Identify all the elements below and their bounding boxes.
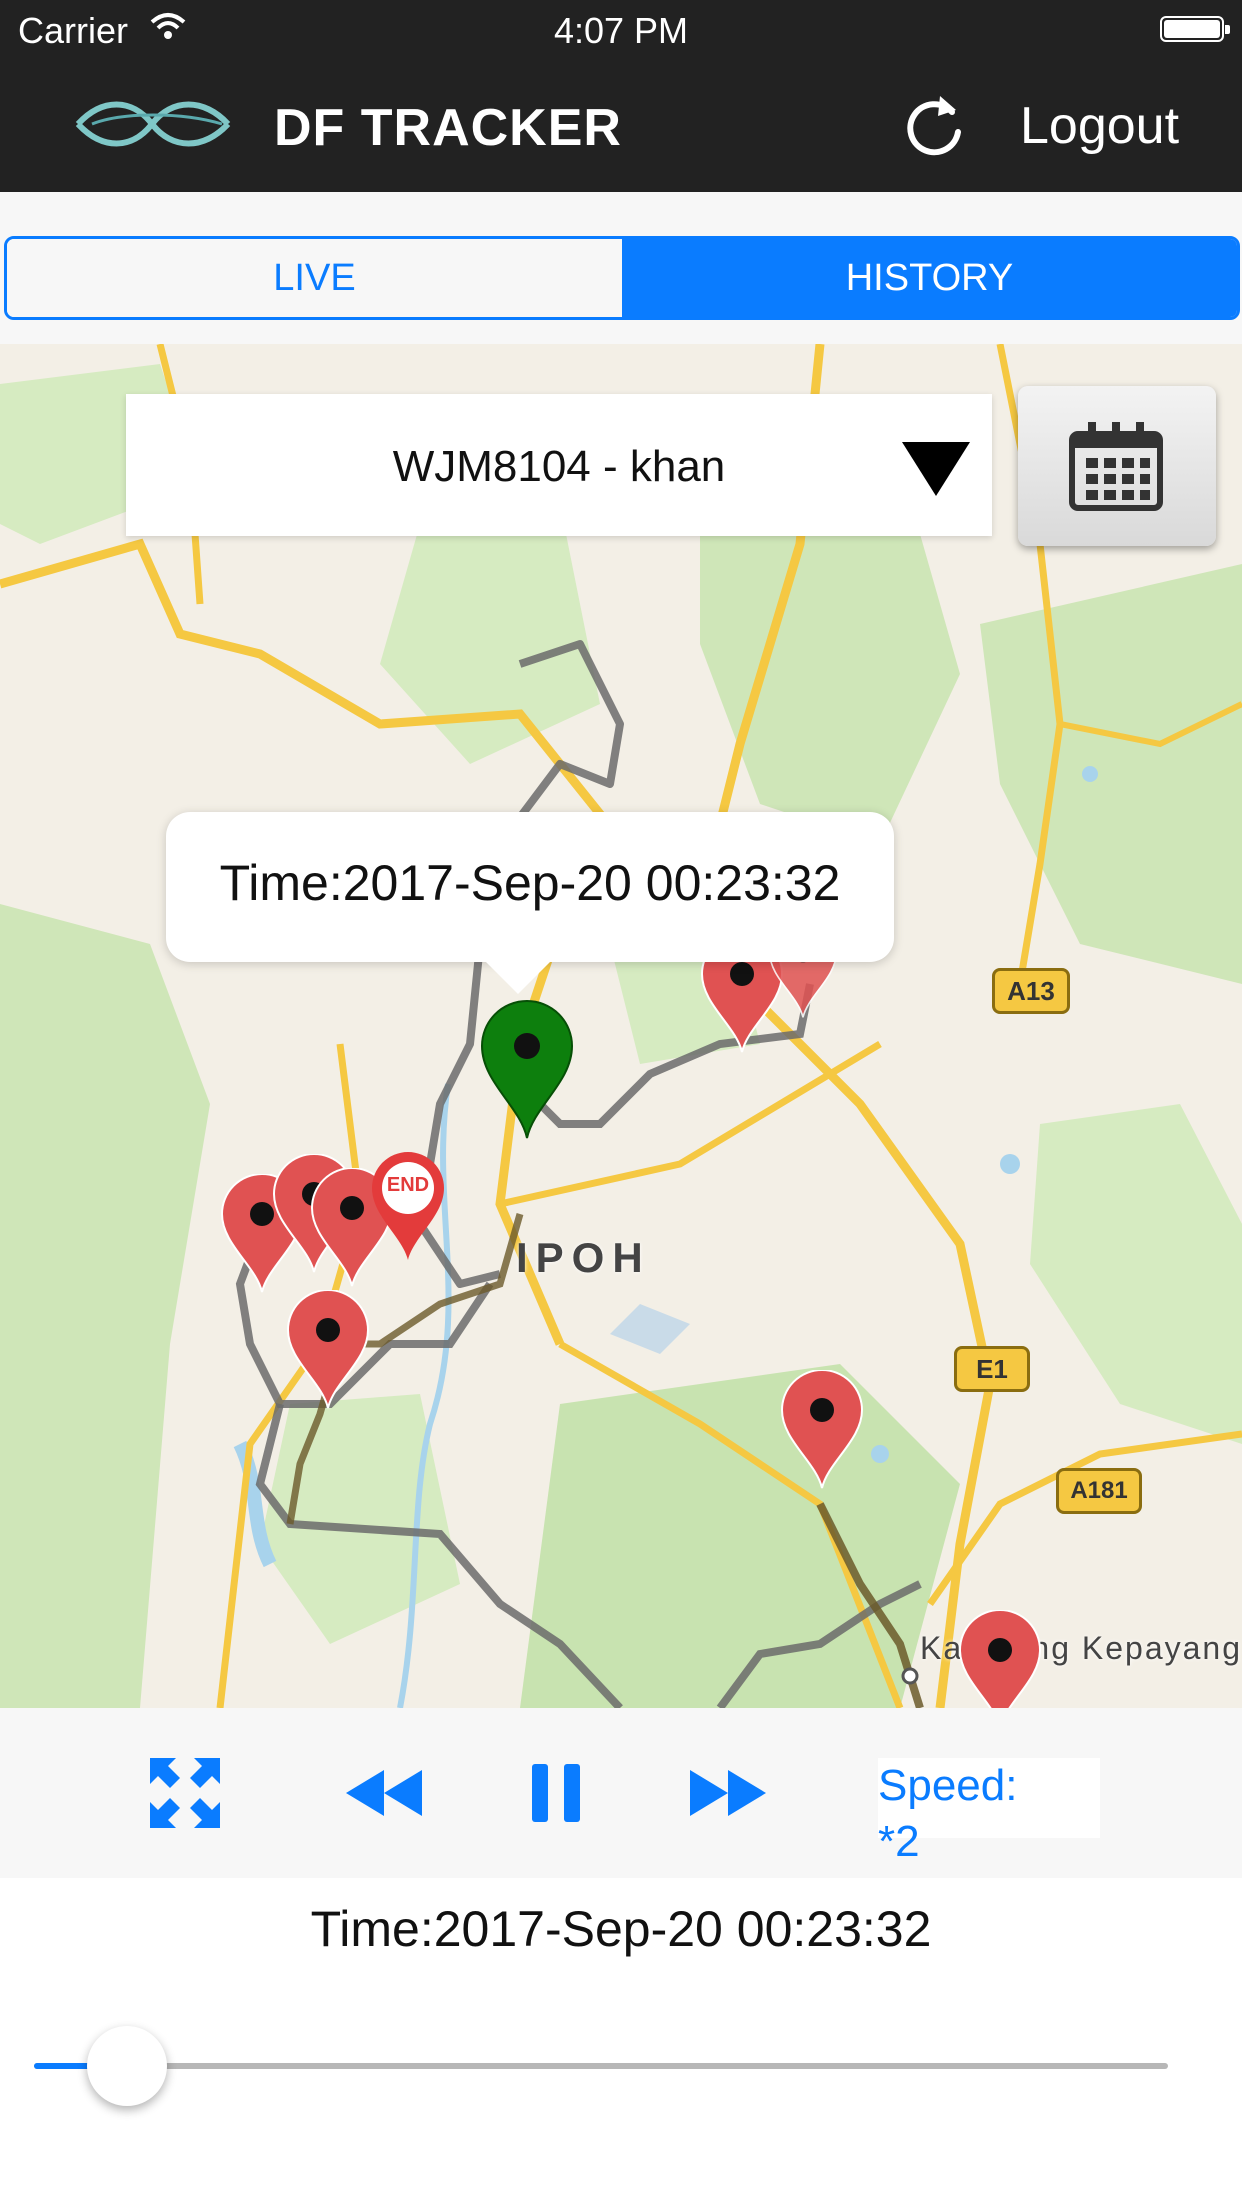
speed-label: Speed: <box>878 1761 1018 1810</box>
end-marker[interactable] <box>370 1150 446 1262</box>
end-marker-label: END <box>386 1174 430 1196</box>
slider-thumb[interactable] <box>86 2026 167 2106</box>
tab-live[interactable]: LIVE <box>7 239 622 317</box>
road-shield-e1: E1 <box>954 1346 1030 1392</box>
speed-button[interactable]: Speed: *2 <box>878 1758 1100 1866</box>
route-marker[interactable] <box>958 1610 1042 1708</box>
logout-button[interactable]: Logout <box>1020 96 1179 156</box>
playback-slider[interactable] <box>34 2026 1168 2130</box>
fast-forward-icon[interactable] <box>688 1768 768 1818</box>
vehicle-dropdown-value: WJM8104 - khan <box>392 442 726 491</box>
live-history-tabs: LIVE HISTORY <box>4 236 1240 320</box>
battery-icon <box>1160 16 1230 42</box>
calendar-button[interactable] <box>1018 386 1216 546</box>
current-position-marker[interactable] <box>480 1000 574 1140</box>
pause-icon[interactable] <box>530 1762 582 1824</box>
status-bar: Carrier 4:07 PM <box>0 0 1242 60</box>
marker-callout: Time:2017-Sep-20 00:23:32 <box>166 812 894 994</box>
tab-history[interactable]: HISTORY <box>622 239 1237 317</box>
app-header: DF TRACKER Logout <box>0 60 1242 192</box>
app-title: DF TRACKER <box>274 99 622 157</box>
slider-track <box>34 2063 1168 2069</box>
playback-time: Time:2017-Sep-20 00:23:32 <box>310 1901 932 1957</box>
dropdown-arrow-icon <box>902 442 970 496</box>
calendar-icon <box>1069 422 1163 511</box>
playback-controls: Speed: *2 <box>0 1708 1242 1878</box>
fullscreen-icon[interactable] <box>148 1756 222 1830</box>
speed-value: *2 <box>878 1817 920 1866</box>
map-view[interactable]: A13 E1 A181 IPOH Kampung Kepayang END <box>0 344 1242 1708</box>
vehicle-dropdown[interactable]: WJM8104 - khan <box>126 394 992 536</box>
route-marker[interactable] <box>780 1370 864 1490</box>
route-marker[interactable] <box>286 1290 370 1410</box>
road-shield-a13: A13 <box>992 968 1070 1014</box>
refresh-icon[interactable] <box>902 90 968 160</box>
app-logo <box>75 101 231 147</box>
callout-time: Time:2017-Sep-20 00:23:32 <box>219 855 841 911</box>
city-label-ipoh: IPOH <box>516 1234 651 1281</box>
road-shield-a181: A181 <box>1056 1468 1142 1514</box>
clock: 4:07 PM <box>553 10 689 51</box>
rewind-icon[interactable] <box>344 1768 424 1818</box>
